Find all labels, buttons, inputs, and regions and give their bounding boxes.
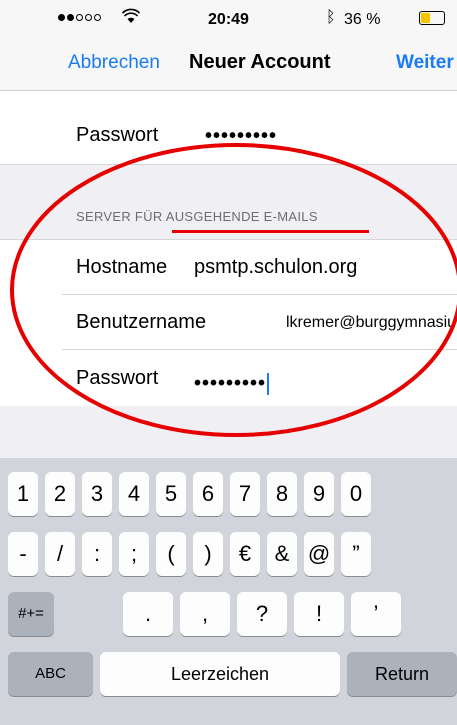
- key-1[interactable]: 1: [8, 472, 38, 516]
- key-period[interactable]: .: [123, 592, 173, 636]
- key-more-symbols[interactable]: #+=: [8, 592, 54, 636]
- outgoing-password-mask: •••••••••: [194, 372, 267, 395]
- key-euro[interactable]: €: [230, 532, 260, 576]
- incoming-password-field[interactable]: •••••••••: [205, 126, 277, 146]
- key-at[interactable]: @: [304, 532, 334, 576]
- key-5[interactable]: 5: [156, 472, 186, 516]
- key-6[interactable]: 6: [193, 472, 223, 516]
- incoming-password-row[interactable]: Passwort •••••••••: [0, 108, 457, 163]
- key-question[interactable]: ?: [237, 592, 287, 636]
- outgoing-password-row[interactable]: Passwort •••••••••: [0, 351, 457, 406]
- key-comma[interactable]: ,: [180, 592, 230, 636]
- key-0[interactable]: 0: [341, 472, 371, 516]
- key-colon[interactable]: :: [82, 532, 112, 576]
- key-2[interactable]: 2: [45, 472, 75, 516]
- outgoing-password-label: Passwort: [76, 367, 159, 389]
- outgoing-password-field[interactable]: •••••••••: [194, 372, 270, 395]
- key-ampersand[interactable]: &: [267, 532, 297, 576]
- key-9[interactable]: 9: [304, 472, 334, 516]
- hostname-label: Hostname: [76, 256, 168, 278]
- key-apostrophe[interactable]: ’: [351, 592, 401, 636]
- hostname-field[interactable]: psmtp.schulon.org: [194, 256, 357, 279]
- form-bottom-gap: [0, 406, 457, 458]
- key-return[interactable]: Return: [347, 652, 457, 696]
- text-cursor: [267, 373, 270, 395]
- key-slash[interactable]: /: [45, 532, 75, 576]
- key-exclamation[interactable]: !: [294, 592, 344, 636]
- bluetooth-icon: ᛒ: [326, 9, 336, 26]
- outgoing-section-header: SERVER FÜR AUSGEHENDE E-MAILS: [76, 209, 318, 224]
- key-semicolon[interactable]: ;: [119, 532, 149, 576]
- username-row[interactable]: Benutzername lkremer@burggymnasiu...: [0, 295, 457, 350]
- next-button[interactable]: Weiter: [396, 52, 454, 74]
- keyboard: 1 2 3 4 5 6 7 8 9 0 - / : ; ( ) € & @ ” …: [0, 458, 457, 725]
- key-close-paren[interactable]: ): [193, 532, 223, 576]
- outgoing-section-header-area: SERVER FÜR AUSGEHENDE E-MAILS: [0, 164, 457, 240]
- status-time: 20:49: [208, 11, 249, 28]
- annotation-underline: [172, 230, 369, 233]
- status-bar: 20:49 ᛒ 36 %: [0, 0, 457, 40]
- key-3[interactable]: 3: [82, 472, 112, 516]
- username-label: Benutzername: [76, 311, 207, 333]
- page-title: Neuer Account: [189, 51, 331, 73]
- key-space[interactable]: Leerzeichen: [100, 652, 340, 696]
- battery-icon: [419, 11, 445, 25]
- battery-percent: 36 %: [344, 11, 381, 28]
- key-open-paren[interactable]: (: [156, 532, 186, 576]
- key-7[interactable]: 7: [230, 472, 260, 516]
- username-field[interactable]: lkremer@burggymnasiu...: [286, 314, 457, 332]
- hostname-row[interactable]: Hostname psmtp.schulon.org: [0, 240, 457, 295]
- incoming-password-label: Passwort: [76, 124, 159, 146]
- key-minus[interactable]: -: [8, 532, 38, 576]
- key-quote[interactable]: ”: [341, 532, 371, 576]
- key-8[interactable]: 8: [267, 472, 297, 516]
- cancel-button[interactable]: Abbrechen: [68, 52, 160, 74]
- nav-bar: Abbrechen Neuer Account Weiter: [0, 40, 457, 91]
- key-4[interactable]: 4: [119, 472, 149, 516]
- key-abc[interactable]: ABC: [8, 652, 93, 696]
